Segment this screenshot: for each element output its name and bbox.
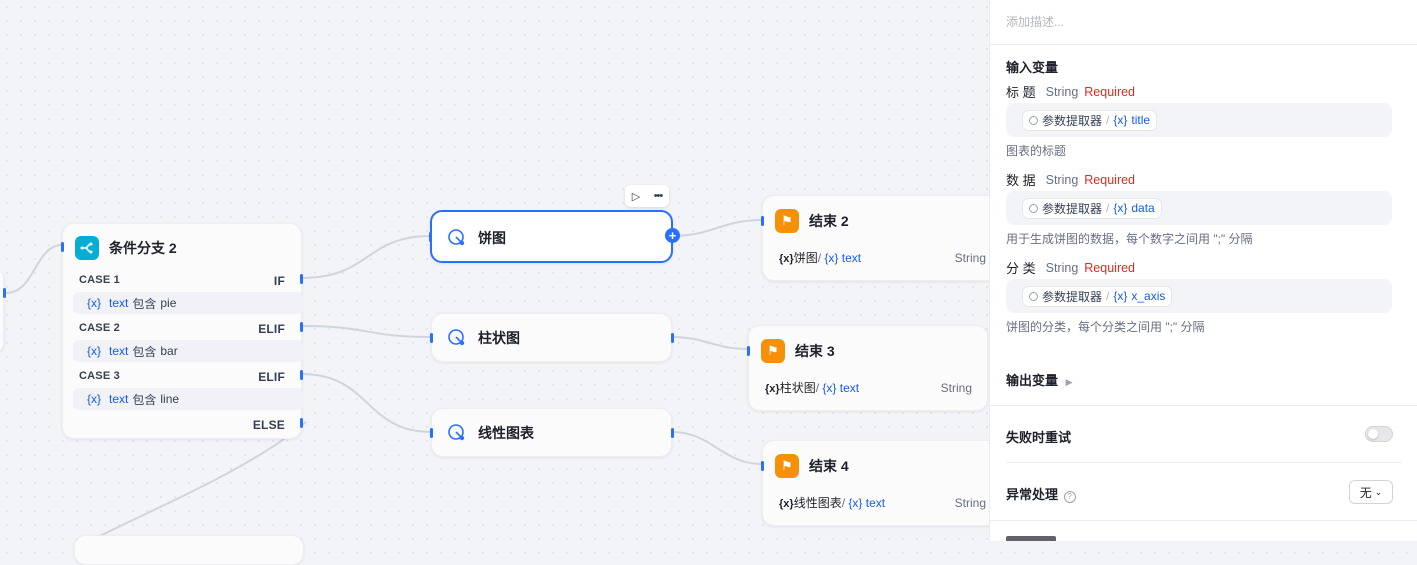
variable-icon: {x}: [87, 344, 102, 358]
variable-icon: {x}: [824, 251, 839, 265]
variable-icon: {x}: [87, 392, 102, 406]
next-section-title: [1006, 536, 1056, 541]
param-hint: 饼图的分类，每个分类之间用 ";" 分隔: [1006, 320, 1205, 334]
node-config-panel: 添加描述... 输入变量 标 题 String Required 参数提取器 /…: [989, 0, 1417, 541]
param-hint: 图表的标题: [1006, 144, 1067, 158]
case-1-handle[interactable]: [300, 274, 303, 284]
input-handle[interactable]: [761, 216, 764, 226]
node-title: 结束 4: [809, 458, 849, 474]
node-icon: [1029, 291, 1038, 301]
node-title: 结束 3: [795, 343, 835, 359]
condition-branch-node[interactable]: 条件分支 2 CASE 1 IF {x} text 包含 pie CASE 2 …: [61, 223, 303, 439]
tool-icon: [446, 227, 468, 249]
output-var-row: {x}饼图/ {x} text String: [779, 250, 986, 266]
case-row: CASE 3 ELIF: [79, 370, 285, 384]
divider: [990, 520, 1417, 521]
tool-icon: [446, 422, 468, 444]
node-icon: [1029, 115, 1038, 125]
variable-icon: {x}: [1113, 289, 1128, 303]
condition-item[interactable]: {x} text 包含 bar: [73, 340, 303, 362]
input-handle[interactable]: [747, 346, 750, 356]
tool-node-pie[interactable]: 饼图 +: [429, 210, 680, 263]
node-title: 结束 2: [809, 213, 849, 229]
variable-icon: {x}: [1113, 201, 1128, 215]
variable-reference[interactable]: 参数提取器 / {x} x_axis: [1022, 285, 1173, 307]
tool-node-bar[interactable]: 柱状图: [430, 313, 674, 362]
end-icon: ⚑: [761, 339, 785, 363]
divider: [990, 44, 1417, 45]
node-title: 饼图: [478, 230, 506, 246]
retry-toggle[interactable]: [1365, 426, 1393, 442]
param-value-field[interactable]: 参数提取器 / {x} title: [1006, 103, 1392, 137]
chevron-down-icon: ⌄: [1374, 486, 1383, 497]
retry-label: 失败时重试: [1006, 430, 1072, 445]
branch-icon: [75, 236, 99, 260]
divider: [1006, 462, 1402, 463]
end-node-4[interactable]: ⚑ 结束 4 {x}线性图表/ {x} text String: [761, 440, 1002, 526]
tool-node-line[interactable]: 线性图表: [430, 408, 674, 457]
param-value-field[interactable]: 参数提取器 / {x} x_axis: [1006, 279, 1392, 313]
output-var-row: {x}线性图表/ {x} text String: [779, 495, 986, 511]
end-icon: ⚑: [775, 454, 799, 478]
node-title: 线性图表: [478, 425, 534, 441]
output-var-row: {x}柱状图/ {x} text String: [765, 380, 972, 396]
else-row: ELSE: [252, 418, 285, 432]
run-icon[interactable]: ▷: [632, 190, 640, 203]
param-header: 标 题 String Required: [1006, 84, 1136, 101]
condition-item[interactable]: {x} text 包含 pie: [73, 292, 303, 314]
case-2-handle[interactable]: [300, 322, 303, 332]
node-toolbar: ▷ •••: [625, 185, 669, 207]
input-handle[interactable]: [61, 242, 64, 252]
partial-node-left[interactable]: [0, 270, 4, 352]
error-handling-title: 异常处理 ?: [1006, 484, 1076, 503]
variable-icon: {x}: [848, 496, 863, 510]
variable-icon: {x}: [822, 381, 837, 395]
variable-icon: {x}: [765, 383, 780, 395]
case-3-handle[interactable]: [300, 370, 303, 380]
input-handle[interactable]: [430, 428, 433, 438]
input-handle[interactable]: [430, 333, 433, 343]
param-header: 分 类 String Required: [1006, 260, 1136, 277]
variable-icon: {x}: [87, 296, 102, 310]
outputs-toggle[interactable]: 输出变量 ▶: [1006, 370, 1073, 389]
error-handling-select[interactable]: 无 ⌄: [1349, 480, 1393, 504]
case-row: CASE 2 ELIF: [79, 322, 285, 336]
param-value-field[interactable]: 参数提取器 / {x} data: [1006, 191, 1392, 225]
variable-reference[interactable]: 参数提取器 / {x} data: [1022, 197, 1162, 219]
variable-icon: {x}: [779, 498, 794, 510]
description-input[interactable]: 添加描述...: [1006, 13, 1064, 30]
more-icon[interactable]: •••: [654, 190, 664, 202]
divider: [990, 405, 1417, 406]
else-handle[interactable]: [300, 418, 303, 428]
param-header: 数 据 String Required: [1006, 172, 1136, 189]
inputs-title: 输入变量: [1006, 60, 1059, 75]
condition-item[interactable]: {x} text 包含 line: [73, 388, 303, 410]
end-icon: ⚑: [775, 209, 799, 233]
case-row: CASE 1 IF: [79, 274, 285, 288]
variable-icon: {x}: [779, 253, 794, 265]
node-title: 柱状图: [478, 330, 520, 346]
output-handle[interactable]: [3, 288, 6, 298]
output-handle[interactable]: [671, 428, 674, 438]
variable-icon: {x}: [1113, 113, 1128, 127]
variable-reference[interactable]: 参数提取器 / {x} title: [1022, 109, 1158, 131]
output-handle[interactable]: [671, 333, 674, 343]
node-title: 条件分支 2: [109, 240, 177, 256]
help-icon[interactable]: ?: [1063, 491, 1076, 503]
input-handle[interactable]: [429, 232, 432, 242]
partial-node-bottom[interactable]: [74, 535, 304, 565]
caret-right-icon: ▶: [1065, 377, 1073, 387]
param-hint: 用于生成饼图的数据，每个数字之间用 ";" 分隔: [1006, 232, 1253, 246]
add-node-icon[interactable]: +: [665, 228, 680, 243]
node-icon: [1029, 203, 1038, 213]
end-node-3[interactable]: ⚑ 结束 3 {x}柱状图/ {x} text String: [747, 325, 988, 411]
end-node-2[interactable]: ⚑ 结束 2 {x}饼图/ {x} text String: [761, 195, 1002, 281]
input-handle[interactable]: [761, 461, 764, 471]
tool-icon: [446, 327, 468, 349]
